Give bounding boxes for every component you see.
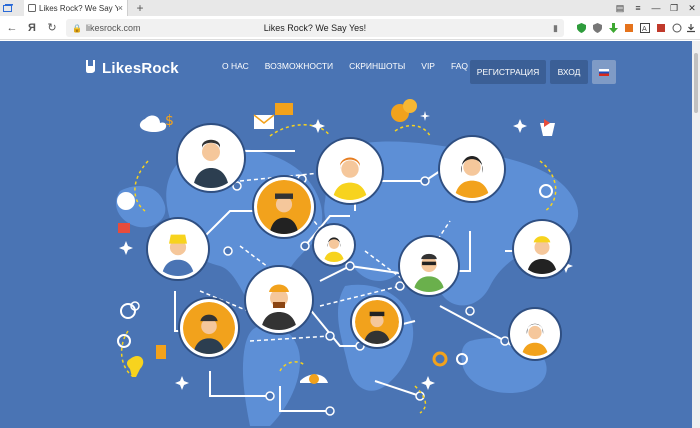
rock-hand-icon [84, 58, 98, 79]
russian-flag-icon [599, 68, 609, 76]
twitter-bird-icon [139, 115, 167, 132]
login-button[interactable]: ВХОД [550, 60, 588, 84]
picture-icon [275, 103, 293, 115]
refresh-icon [120, 303, 136, 319]
avatar-hipster-orange [246, 267, 312, 333]
extension-icon[interactable] [654, 20, 668, 36]
address-bar[interactable]: 🔒 likesrock.com Likes Rock? We Say Yes! … [66, 19, 564, 37]
avatar-woman-yellow [440, 137, 504, 201]
close-tab-icon[interactable]: × [118, 3, 123, 13]
minimize-icon[interactable]: — [648, 0, 664, 16]
scrollbar-thumb[interactable] [694, 53, 698, 113]
bookmark-icon[interactable]: ▮ [553, 23, 558, 34]
nav-features[interactable]: ВОЗМОЖНОСТИ [265, 61, 333, 71]
address-url: likesrock.com [85, 23, 141, 33]
tab-title: Likes Rock? We Say Yes! [39, 3, 118, 13]
lightbulb-icon [127, 356, 144, 377]
language-flag-ru[interactable] [592, 60, 616, 84]
avatar-glasses-guy [400, 237, 458, 295]
nav-vip[interactable]: VIP [421, 61, 435, 71]
nav-screenshots[interactable]: СКРИНШОТЫ [349, 61, 405, 71]
percent-badge-icon [117, 192, 135, 210]
avatar-blonde-man [514, 221, 570, 277]
landing-page: $ LikesRock О НАС ВОЗМОЖНОСТИ СКРИНШОТЫ … [0, 41, 692, 428]
adblock-extension-icon[interactable] [590, 20, 604, 36]
avatar-orange-suit [180, 299, 238, 357]
page-scrollbar[interactable] [692, 41, 700, 428]
tab-bar: Likes Rock? We Say Yes! × + ▤ ≡ — ❐ ✕ [0, 0, 700, 16]
avatar-small-girl [314, 225, 354, 265]
avatar-businessman [178, 125, 244, 191]
main-nav: О НАС ВОЗМОЖНОСТИ СКРИНШОТЫ VIP FAQ [222, 61, 484, 71]
page-title: Likes Rock? We Say Yes! [263, 23, 367, 33]
restore-icon[interactable]: ❐ [666, 0, 682, 16]
site-favicon-icon [28, 4, 36, 12]
download-helper-icon[interactable] [606, 20, 620, 36]
logo-text: LikesRock [102, 60, 179, 77]
lock-icon: 🔒 [72, 23, 82, 33]
hand-icon [156, 345, 166, 359]
site-logo[interactable]: LikesRock [84, 58, 179, 79]
menu-icon[interactable]: ≡ [630, 0, 646, 16]
target-icon [117, 334, 131, 348]
reload-button[interactable]: ↻ [44, 20, 60, 36]
avatar-orange-hat [254, 177, 314, 237]
dollar-icon: $ [165, 113, 174, 129]
megaphone-icon [118, 223, 130, 233]
puzzle-extension-icon[interactable] [622, 20, 636, 36]
svg-text:A: A [642, 25, 647, 33]
browser-tab[interactable]: Likes Rock? We Say Yes! × [24, 0, 128, 16]
translate-extension-icon[interactable]: A [638, 20, 652, 36]
bookmarks-panel-icon[interactable]: ▤ [612, 0, 628, 16]
yandex-button[interactable]: Я [24, 20, 40, 36]
downloads-icon[interactable] [684, 20, 698, 36]
nav-about[interactable]: О НАС [222, 61, 249, 71]
avatar-cap-guy [352, 297, 402, 347]
shield-extension-icon[interactable] [574, 20, 588, 36]
shopping-basket-icon [540, 123, 555, 136]
avatar-blonde-boy [148, 219, 208, 279]
sync-icon[interactable] [670, 20, 684, 36]
back-button[interactable]: ← [4, 20, 20, 36]
gear-icon [432, 351, 448, 367]
nav-faq[interactable]: FAQ [451, 61, 468, 71]
window-close-icon[interactable]: ✕ [684, 0, 700, 16]
avatar-dark-hair [510, 309, 560, 359]
tab-overview-icon[interactable] [0, 0, 16, 16]
register-button[interactable]: РЕГИСТРАЦИЯ [470, 60, 546, 84]
avatar-yellow-girl [318, 139, 382, 203]
new-tab-button[interactable]: + [132, 0, 148, 16]
